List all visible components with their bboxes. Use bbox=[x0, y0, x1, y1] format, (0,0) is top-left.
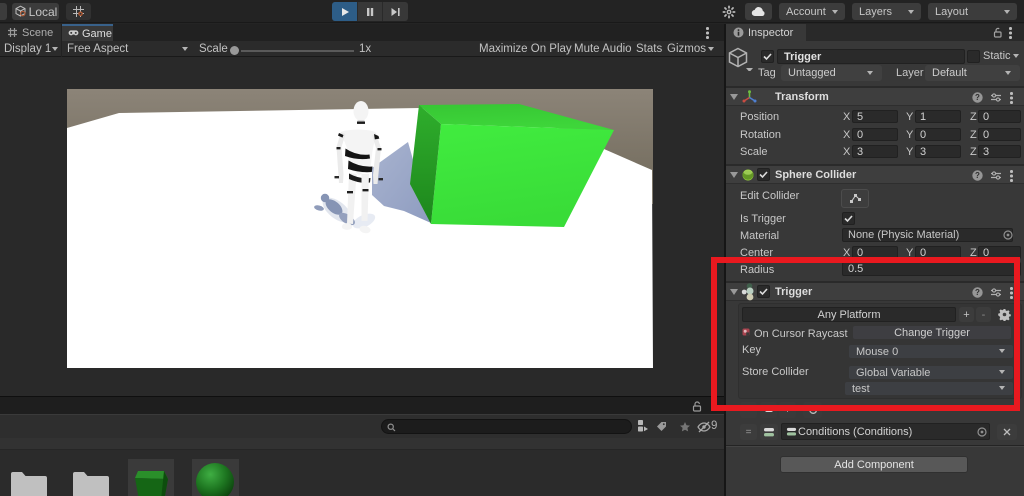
svg-text:?: ? bbox=[975, 93, 980, 102]
svg-text:?: ? bbox=[975, 171, 980, 180]
